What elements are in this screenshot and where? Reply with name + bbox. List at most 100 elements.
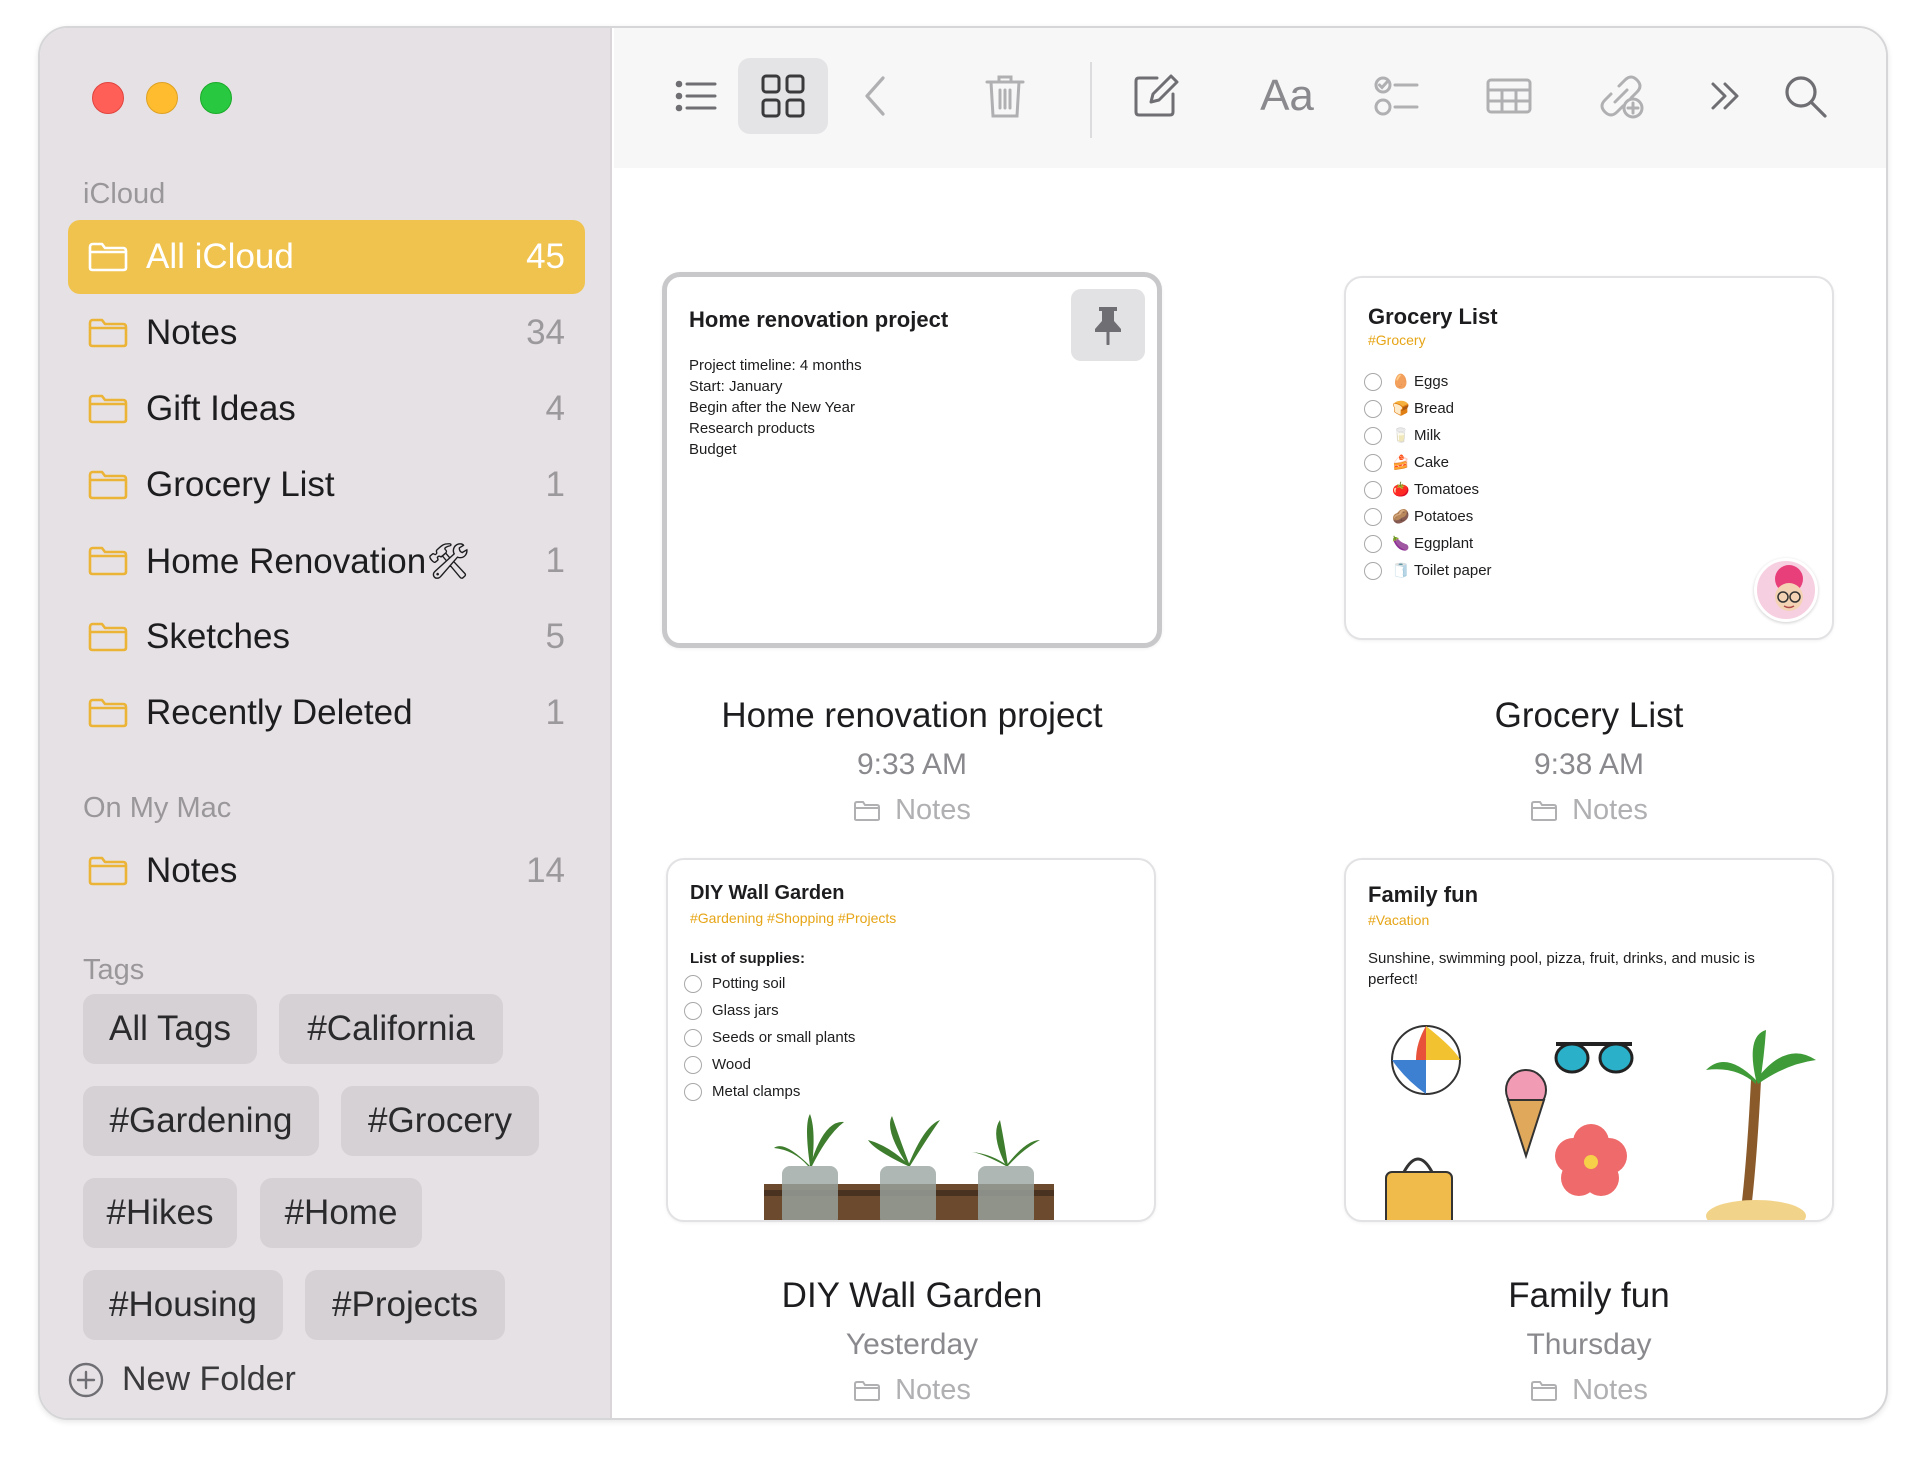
- checklist-item[interactable]: Seeds or small plants: [684, 1024, 855, 1051]
- window-controls: [92, 82, 232, 114]
- checkbox[interactable]: [1364, 534, 1382, 553]
- folder-home-renovation[interactable]: Home Renovation🛠 1: [68, 524, 585, 598]
- checkbox[interactable]: [684, 1001, 702, 1020]
- item-text: Toilet paper: [1414, 562, 1492, 579]
- item-text: Cake: [1414, 454, 1450, 471]
- folder-icon: [854, 800, 881, 821]
- folder-all-icloud[interactable]: All iCloud 45: [68, 220, 585, 294]
- checkbox[interactable]: [684, 1082, 702, 1101]
- list-view-button[interactable]: [650, 58, 740, 134]
- item-text: Milk: [1414, 427, 1441, 444]
- trash-icon: [985, 75, 1025, 118]
- tag-gardening[interactable]: #Gardening: [83, 1086, 319, 1156]
- note-folder-name: Notes: [895, 1374, 971, 1406]
- tag-home[interactable]: #Home: [260, 1178, 422, 1248]
- tag-grocery[interactable]: #Grocery: [341, 1086, 539, 1156]
- more-button[interactable]: [1680, 58, 1770, 134]
- pinned-indicator[interactable]: [1071, 289, 1145, 361]
- folder-name: Notes: [146, 851, 238, 890]
- gallery-view-button[interactable]: [738, 58, 828, 134]
- checklist-item[interactable]: 🥔 Potatoes: [1364, 503, 1492, 530]
- tag-housing[interactable]: #Housing: [83, 1270, 283, 1340]
- folder-count: 1: [545, 693, 565, 732]
- close-window-button[interactable]: [92, 82, 124, 114]
- folder-icon: [88, 394, 128, 424]
- tag-hikes[interactable]: #Hikes: [83, 1178, 237, 1248]
- folder-mac-notes[interactable]: Notes 14: [68, 834, 585, 908]
- folder-icon: [1531, 1380, 1558, 1401]
- checklist-item[interactable]: 🍞 Bread: [1364, 395, 1492, 422]
- note-caption-title: Grocery List: [1494, 696, 1684, 735]
- item-emoji: 🥔: [1392, 508, 1410, 524]
- compose-button[interactable]: [1110, 58, 1200, 134]
- note-folder-name: Notes: [1572, 1374, 1648, 1406]
- collaborate-button[interactable]: [1576, 58, 1666, 134]
- folder-grocery-list[interactable]: Grocery List 1: [68, 448, 585, 522]
- tag-california[interactable]: #California: [279, 994, 503, 1064]
- note-card-family-fun[interactable]: Family fun #Vacation Sunshine, swimming …: [1344, 858, 1834, 1222]
- new-folder-label: New Folder: [122, 1360, 296, 1398]
- checklist-button[interactable]: [1352, 58, 1442, 134]
- minimize-window-button[interactable]: [146, 82, 178, 114]
- tag-projects[interactable]: #Projects: [305, 1270, 505, 1340]
- item-text: Metal clamps: [712, 1083, 801, 1100]
- note-folder-name: Notes: [1572, 794, 1648, 826]
- checklist-item[interactable]: 🧻 Toilet paper: [1364, 557, 1492, 584]
- checkbox[interactable]: [684, 974, 702, 993]
- back-icon: [865, 76, 885, 116]
- checklist-item[interactable]: Wood: [684, 1051, 855, 1078]
- folder-gift-ideas[interactable]: Gift Ideas 4: [68, 372, 585, 446]
- folder-name: Recently Deleted: [146, 693, 413, 732]
- folder-name: All iCloud: [146, 237, 294, 276]
- checklist-item[interactable]: 🥚 Eggs: [1364, 368, 1492, 395]
- format-button[interactable]: Aa: [1242, 58, 1332, 134]
- item-text: Tomatoes: [1414, 481, 1480, 498]
- zoom-window-button[interactable]: [200, 82, 232, 114]
- note-caption-time: 9:33 AM: [856, 748, 968, 781]
- checkbox[interactable]: [1364, 507, 1382, 526]
- table-button[interactable]: [1464, 58, 1554, 134]
- checklist-item[interactable]: Metal clamps: [684, 1078, 855, 1105]
- note-card-grocery-list[interactable]: Grocery List #Grocery 🥚 Eggs 🍞 Bread 🥛 Milk…: [1344, 276, 1834, 640]
- folder-notes[interactable]: Notes 34: [68, 296, 585, 370]
- checkbox[interactable]: [1364, 372, 1382, 391]
- checklist-item[interactable]: Glass jars: [684, 997, 855, 1024]
- checklist-item[interactable]: 🍆 Eggplant: [1364, 530, 1492, 557]
- checkbox[interactable]: [1364, 453, 1382, 472]
- note-caption-home-renovation: Home renovation project 9:33 AM Notes: [632, 696, 1192, 827]
- folder-icon: [88, 856, 128, 886]
- new-folder-button[interactable]: New Folder: [68, 1360, 296, 1399]
- delete-button[interactable]: [960, 58, 1050, 134]
- collaborator-avatar[interactable]: [1754, 558, 1818, 622]
- checklist-item[interactable]: 🍰 Cake: [1364, 449, 1492, 476]
- checkbox[interactable]: [1364, 399, 1382, 418]
- toolbar: Aa: [614, 28, 1886, 168]
- folder-name: Gift Ideas: [146, 389, 296, 428]
- folder-recently-deleted[interactable]: Recently Deleted 1: [68, 676, 585, 750]
- checkbox[interactable]: [684, 1028, 702, 1047]
- checkbox[interactable]: [1364, 480, 1382, 499]
- item-emoji: 🍆: [1392, 535, 1410, 551]
- search-button[interactable]: [1760, 58, 1850, 134]
- note-card-home-renovation[interactable]: Home renovation project Project timeline…: [662, 272, 1162, 648]
- note-card-diy-wall-garden[interactable]: DIY Wall Garden #Gardening #Shopping #Pr…: [666, 858, 1156, 1222]
- tags-section-label: Tags: [83, 954, 145, 986]
- item-text: Eggs: [1414, 373, 1449, 390]
- note-caption-title: Family fun: [1508, 1276, 1670, 1315]
- folder-sketches[interactable]: Sketches 5: [68, 600, 585, 674]
- gallery-view-icon: [761, 74, 805, 118]
- item-text: Wood: [712, 1056, 751, 1073]
- tag-all-tags[interactable]: All Tags: [83, 994, 257, 1064]
- checklist-item[interactable]: 🥛 Milk: [1364, 422, 1492, 449]
- note-caption-folder: Notes: [1344, 1374, 1834, 1407]
- note-card-title: Home renovation project: [689, 307, 949, 332]
- back-button[interactable]: [832, 58, 922, 134]
- checkbox[interactable]: [684, 1055, 702, 1074]
- checklist-item[interactable]: 🍅 Tomatoes: [1364, 476, 1492, 503]
- toolbar-separator: [1090, 62, 1092, 138]
- checklist-item[interactable]: Potting soil: [684, 970, 855, 997]
- note-card-tags: #Gardening #Shopping #Projects: [690, 910, 897, 926]
- more-icon: [1711, 82, 1739, 110]
- checkbox[interactable]: [1364, 426, 1382, 445]
- checkbox[interactable]: [1364, 561, 1382, 580]
